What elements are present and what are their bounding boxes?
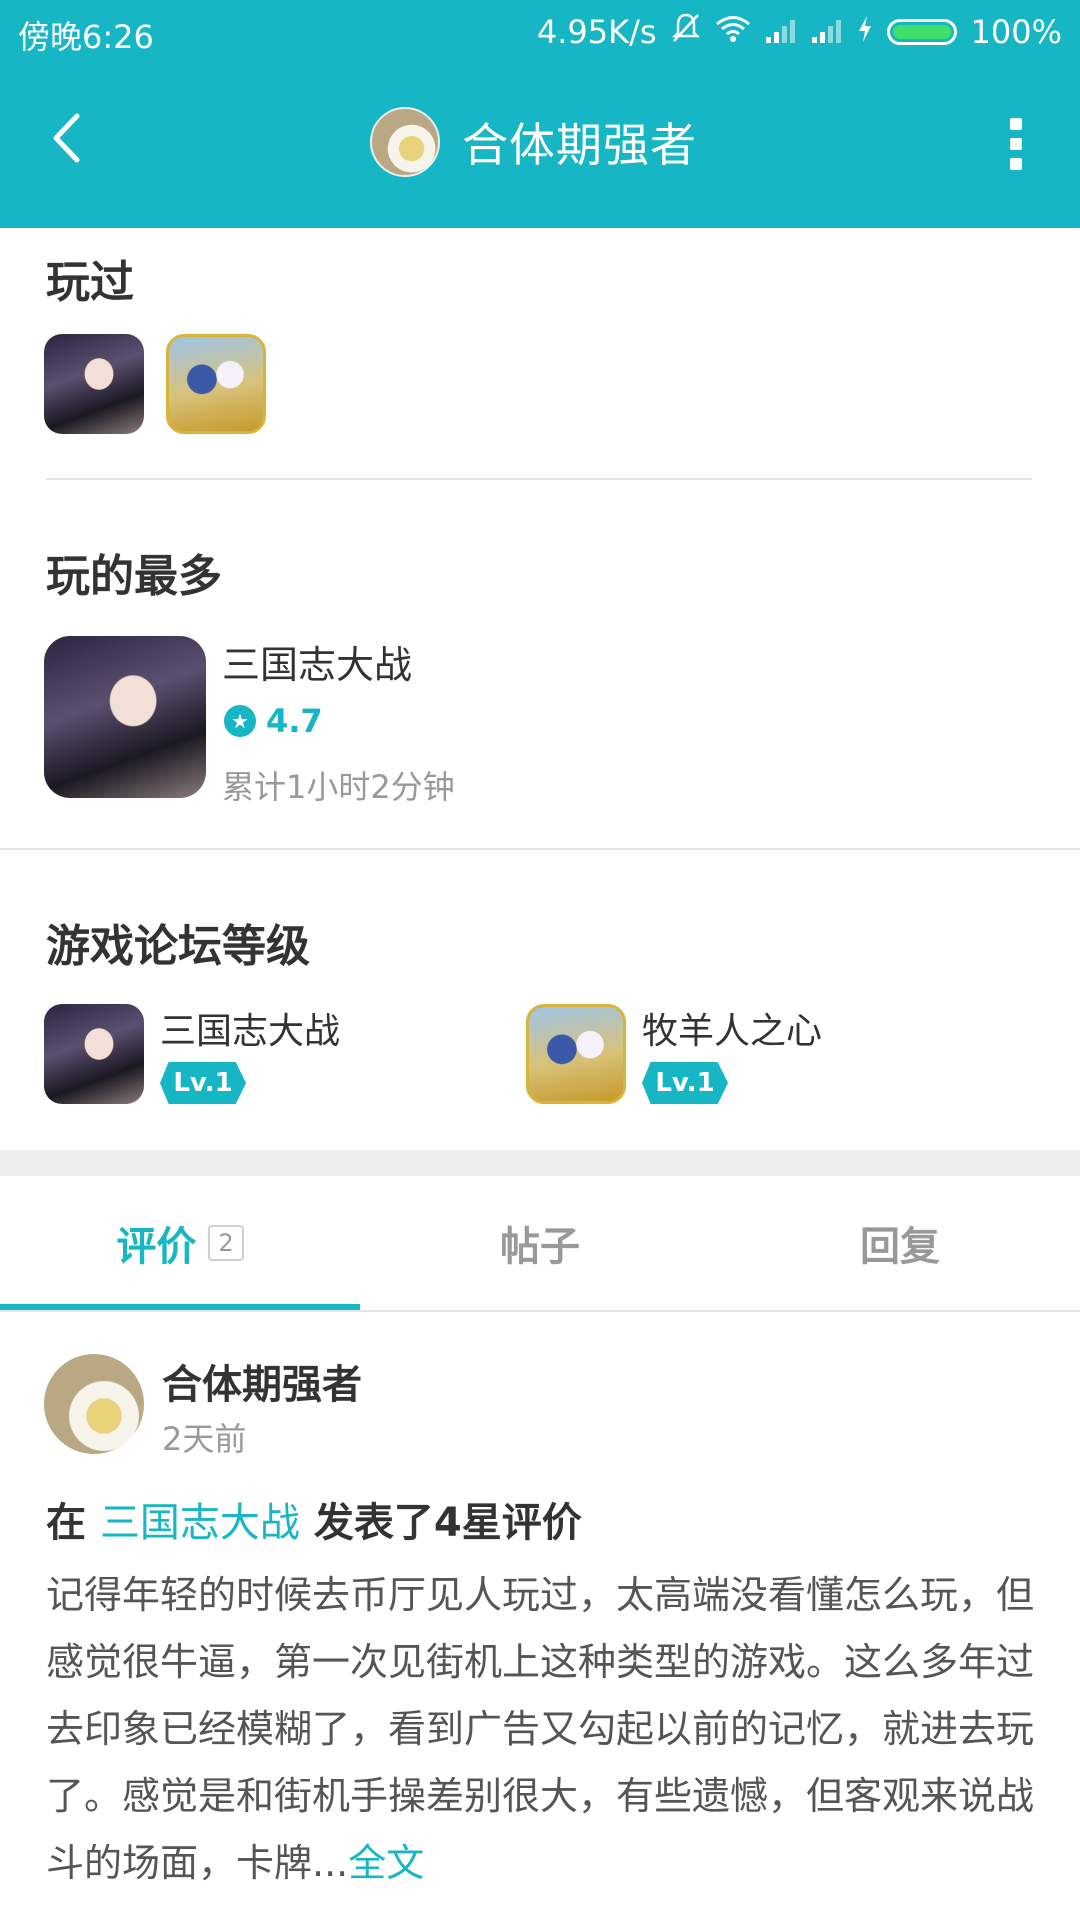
forum-game-icon-sanguo[interactable]: [44, 1004, 144, 1104]
tab-label: 评价: [116, 1224, 197, 1270]
tab-reviews[interactable]: 评价 2: [0, 1176, 360, 1310]
played-game-icon-sanguo[interactable]: [44, 334, 144, 434]
more-dot-icon: [1010, 158, 1022, 170]
most-played-section-title: 玩的最多: [46, 551, 222, 602]
bell-muted-icon: [671, 12, 701, 52]
status-bar: 傍晚6:26 4.95K/s 100%: [0, 0, 1080, 64]
most-played-game-name[interactable]: 三国志大战: [222, 634, 412, 689]
header: 合体期强者: [0, 64, 1080, 228]
headline-prefix: 在: [46, 1500, 86, 1546]
star-icon: ★: [224, 705, 256, 737]
tab-label: 帖子: [500, 1224, 580, 1270]
review-timestamp: 2天前: [162, 1420, 247, 1458]
back-button[interactable]: [36, 108, 96, 168]
divider: [0, 848, 1080, 850]
game-rating: ★ 4.7: [224, 702, 323, 740]
header-title-group: 合体期强者: [370, 104, 697, 180]
tab-count-badge: 2: [208, 1225, 244, 1261]
chevron-left-icon: [53, 113, 80, 163]
level-badge: Lv.1: [160, 1062, 246, 1104]
forum-game-icon-muyang[interactable]: [526, 1004, 626, 1104]
battery-percent: 100%: [970, 13, 1062, 51]
avatar[interactable]: [44, 1354, 144, 1454]
forum-game-name[interactable]: 三国志大战: [160, 1002, 340, 1054]
charging-icon: [857, 13, 873, 51]
signal-icon-1: [765, 13, 797, 51]
level-badge: Lv.1: [642, 1062, 728, 1104]
tab-replies[interactable]: 回复: [720, 1176, 1080, 1310]
more-menu-button[interactable]: [1008, 118, 1024, 170]
network-speed: 4.95K/s: [536, 13, 657, 51]
played-game-icon-muyang[interactable]: [166, 334, 266, 434]
more-dot-icon: [1010, 118, 1022, 130]
rating-value: 4.7: [266, 702, 323, 740]
signal-icon-2: [811, 13, 843, 51]
most-played-game-icon[interactable]: [44, 636, 206, 798]
battery-icon: [886, 19, 957, 45]
divider: [46, 478, 1032, 480]
status-time: 傍晚6:26: [18, 18, 154, 56]
headline-suffix: 发表了4星评价: [313, 1500, 582, 1546]
review-username[interactable]: 合体期强者: [162, 1352, 362, 1410]
section-separator: [0, 1150, 1080, 1176]
divider: [0, 1310, 1080, 1312]
status-right: 4.95K/s 100%: [537, 12, 1062, 52]
review-headline: 在 三国志大战 发表了4星评价: [46, 1490, 582, 1548]
review-body: 记得年轻的时候去币厅见人玩过，太高端没看懂怎么玩，但感觉很牛逼，第一次见街机上这…: [46, 1562, 1036, 1897]
wifi-icon: [715, 13, 751, 51]
page-title: 合体期强者: [462, 118, 697, 172]
tab-bar: 评价 2 帖子 回复: [0, 1176, 1080, 1310]
more-dot-icon: [1010, 138, 1022, 150]
game-link[interactable]: 三国志大战: [100, 1500, 300, 1546]
forum-level-section-title: 游戏论坛等级: [46, 921, 310, 972]
review-text: 记得年轻的时候去币厅见人玩过，太高端没看懂怎么玩，但感觉很牛逼，第一次见街机上这…: [46, 1573, 1035, 1885]
tab-label: 回复: [860, 1224, 940, 1270]
played-section-title: 玩过: [46, 257, 134, 308]
tab-posts[interactable]: 帖子: [360, 1176, 720, 1310]
read-more-link[interactable]: 全文: [348, 1841, 424, 1885]
playtime: 累计1小时2分钟: [222, 768, 455, 806]
avatar: [370, 107, 440, 177]
forum-game-name[interactable]: 牧羊人之心: [642, 1002, 822, 1054]
